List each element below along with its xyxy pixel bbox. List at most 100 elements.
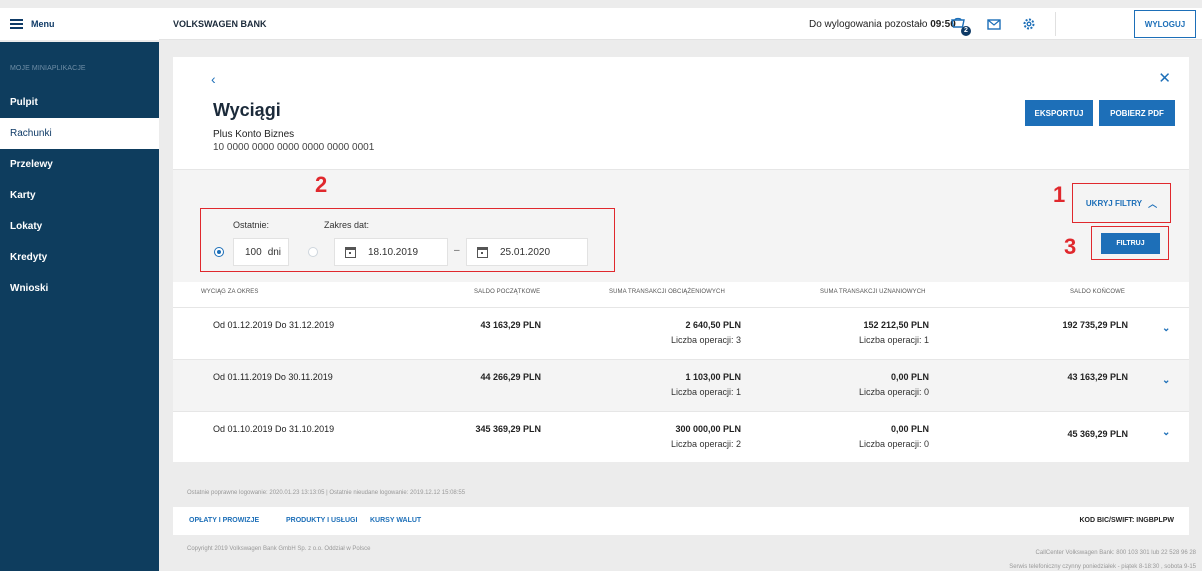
days-input[interactable]: 100 dni	[233, 238, 289, 266]
row-period: Od 01.11.2019 Do 30.11.2019	[213, 372, 333, 382]
date-filter-box: Ostatnie: Zakres dat: 100 dni 18.10.2019…	[200, 208, 615, 272]
annotation-1: 1	[1053, 182, 1066, 207]
account-name: Plus Konto Biznes	[213, 129, 295, 140]
row-credit-ops: Liczba operacji: 1	[858, 335, 929, 345]
swift-code: KOD BIC/SWIFT: INGBPLPW	[1079, 517, 1175, 524]
col-period: WYCIĄG ZA OKRES	[201, 289, 259, 295]
row-debit: 300 000,00 PLN Liczba operacji: 2	[641, 424, 741, 449]
table-row[interactable]: Od 01.11.2019 Do 30.11.2019 44 266,29 PL…	[173, 359, 1189, 411]
mail-icon[interactable]	[984, 14, 1004, 34]
row-debit-amount: 1 103,00 PLN	[685, 372, 741, 382]
login-info: Ostatnie poprawne logowanie: 2020.01.23 …	[187, 490, 466, 496]
date-range-dash: –	[454, 245, 460, 256]
callcenter-hours: Serwis telefoniczny czynny poniedziałek …	[1009, 564, 1196, 570]
callcenter-info: CallCenter Volkswagen Bank: 800 103 301 …	[1009, 546, 1196, 571]
days-value: 100	[245, 246, 262, 258]
sidebar-item-pulpit[interactable]: Pulpit	[0, 87, 159, 118]
menu-label: Menu	[31, 19, 55, 29]
row-credit-amount: 0,00 PLN	[890, 372, 929, 382]
chevron-down-icon[interactable]: ⌄	[1162, 323, 1170, 334]
row-period: Od 01.12.2019 Do 31.12.2019	[213, 320, 335, 330]
sidebar: MOJE MINIAPLIKACJE Pulpit Rachunki Przel…	[0, 42, 159, 571]
last-days-label: Ostatnie:	[233, 220, 270, 230]
date-range-radio[interactable]	[308, 247, 318, 257]
table-row[interactable]: Od 01.12.2019 Do 31.12.2019 43 163,29 PL…	[173, 307, 1189, 359]
col-debit: SUMA TRANSAKCJI OBCIĄŻENIOWYCH	[609, 289, 725, 295]
top-header: VOLKSWAGEN BANK Do wylogowania pozostało…	[159, 8, 1202, 40]
gear-icon[interactable]	[1019, 14, 1039, 34]
header-divider	[1055, 12, 1056, 36]
row-closing: 45 369,29 PLN	[1067, 429, 1128, 439]
close-icon[interactable]: ✕	[1158, 69, 1171, 87]
row-closing: 192 735,29 PLN	[1062, 320, 1128, 330]
session-label: Do wylogowania pozostało	[809, 19, 931, 30]
col-closing: SALDO KOŃCOWE	[1070, 289, 1125, 295]
date-from-input[interactable]: 18.10.2019	[334, 238, 448, 266]
row-credit: 0,00 PLN Liczba operacji: 0	[829, 424, 929, 449]
account-number: 10 0000 0000 0000 0000 0000 0001	[213, 142, 375, 153]
fees-link[interactable]: OPŁATY I PROWIZJE	[189, 517, 259, 524]
hide-filters-toggle[interactable]: UKRYJ FILTRY ︿	[1072, 183, 1171, 223]
row-closing: 43 163,29 PLN	[1067, 372, 1128, 382]
table-row[interactable]: Od 01.10.2019 Do 31.10.2019 345 369,29 P…	[173, 411, 1189, 463]
download-pdf-button[interactable]: POBIERZ PDF	[1099, 100, 1175, 126]
row-debit: 2 640,50 PLN Liczba operacji: 3	[641, 320, 741, 345]
last-days-radio[interactable]	[214, 247, 224, 257]
menu-toggle[interactable]: Menu	[0, 8, 159, 40]
export-button[interactable]: EKSPORTUJ	[1025, 100, 1093, 126]
hide-filters-label: UKRYJ FILTRY	[1085, 198, 1143, 208]
row-credit-ops: Liczba operacji: 0	[858, 387, 929, 397]
date-range-label: Zakres dat:	[324, 220, 370, 230]
copyright: Copyright 2019 Volkswagen Bank GmbH Sp. …	[187, 546, 371, 552]
row-credit: 0,00 PLN Liczba operacji: 0	[829, 372, 929, 397]
row-period: Od 01.10.2019 Do 31.10.2019	[213, 424, 335, 434]
chevron-left-icon[interactable]: ‹	[211, 71, 216, 87]
row-opening: 345 369,29 PLN	[475, 424, 541, 434]
filter-button[interactable]: FILTRUJ	[1101, 233, 1160, 254]
calendar-icon[interactable]	[345, 246, 356, 258]
callcenter-phone: CallCenter Volkswagen Bank: 800 103 301 …	[1035, 550, 1196, 556]
row-debit-amount: 2 640,50 PLN	[685, 320, 741, 330]
sidebar-item-kredyty[interactable]: Kredyty	[0, 242, 159, 273]
sidebar-item-karty[interactable]: Karty	[0, 180, 159, 211]
annotation-2: 2	[315, 172, 328, 197]
col-opening: SALDO POCZĄTKOWE	[474, 289, 541, 295]
chevron-up-icon: ︿	[1148, 198, 1158, 209]
filter-section: 2 1 3 UKRYJ FILTRY ︿ Ostatnie: Zakres da…	[173, 169, 1189, 282]
row-opening: 44 266,29 PLN	[480, 372, 541, 382]
row-debit-amount: 300 000,00 PLN	[675, 424, 741, 434]
brand-name: VOLKSWAGEN BANK	[173, 19, 267, 29]
footer-links-bar: OPŁATY I PROWIZJE PRODUKTY I USŁUGI KURS…	[173, 507, 1189, 535]
hamburger-icon	[10, 19, 23, 29]
row-debit: 1 103,00 PLN Liczba operacji: 1	[641, 372, 741, 397]
cart-badge: 2	[961, 26, 971, 36]
days-unit: dni	[267, 246, 282, 258]
row-debit-ops: Liczba operacji: 1	[670, 387, 741, 397]
sidebar-item-rachunki[interactable]: Rachunki	[0, 118, 159, 149]
sidebar-caption: MOJE MINIAPLIKACJE	[10, 65, 86, 72]
date-to-input[interactable]: 25.01.2020	[466, 238, 588, 266]
chevron-down-icon[interactable]: ⌄	[1162, 427, 1170, 438]
date-from-value: 18.10.2019	[368, 246, 419, 258]
row-opening: 43 163,29 PLN	[480, 320, 541, 330]
row-credit-ops: Liczba operacji: 0	[858, 439, 929, 449]
sidebar-item-przelewy[interactable]: Przelewy	[0, 149, 159, 180]
chevron-down-icon[interactable]: ⌄	[1162, 375, 1170, 386]
exchange-rates-link[interactable]: KURSY WALUT	[370, 517, 421, 524]
products-link[interactable]: PRODUKTY I USŁUGI	[286, 517, 357, 524]
row-credit: 152 212,50 PLN Liczba operacji: 1	[829, 320, 929, 345]
logout-button[interactable]: WYLOGUJ	[1134, 10, 1196, 38]
annotation-3: 3	[1064, 234, 1077, 259]
row-debit-ops: Liczba operacji: 2	[670, 439, 741, 449]
filter-button-frame: FILTRUJ	[1091, 226, 1169, 260]
date-to-value: 25.01.2020	[500, 246, 551, 258]
sidebar-item-lokaty[interactable]: Lokaty	[0, 211, 159, 242]
row-credit-amount: 152 212,50 PLN	[863, 320, 929, 330]
col-credit: SUMA TRANSAKCJI UZNANIOWYCH	[820, 289, 926, 295]
calendar-icon[interactable]	[477, 246, 488, 258]
sidebar-item-wnioski[interactable]: Wnioski	[0, 273, 159, 304]
cart-icon[interactable]: 2	[948, 14, 971, 36]
statements-card: ‹ ✕ Wyciągi Plus Konto Biznes 10 0000 00…	[173, 57, 1189, 462]
page-title: Wyciągi	[213, 100, 281, 120]
session-timer: Do wylogowania pozostało 09:50	[809, 19, 956, 30]
